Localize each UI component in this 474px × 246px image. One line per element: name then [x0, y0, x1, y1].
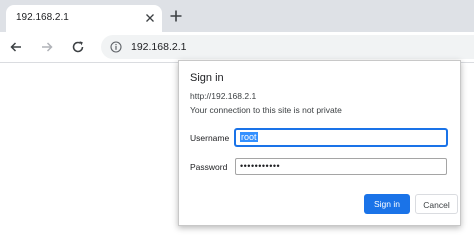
cancel-button[interactable]: Cancel — [415, 194, 458, 214]
username-value: root — [240, 132, 258, 142]
username-label: Username — [190, 133, 230, 143]
reload-icon[interactable] — [70, 39, 86, 55]
sign-in-button[interactable]: Sign in — [364, 194, 410, 214]
dialog-title: Sign in — [190, 72, 224, 84]
username-field[interactable]: root — [235, 129, 447, 146]
password-value: ••••••••••• — [240, 161, 281, 171]
arrow-right-icon[interactable] — [39, 39, 55, 55]
dialog-host: http://192.168.2.1 — [190, 91, 257, 101]
address-bar[interactable]: 192.168.2.1 — [101, 35, 474, 59]
tab-active[interactable]: 192.168.2.1 — [6, 5, 162, 32]
password-label: Password — [190, 162, 228, 172]
tab-strip: 192.168.2.1 — [0, 0, 474, 32]
toolbar: 192.168.2.1 — [0, 32, 474, 63]
close-icon[interactable] — [144, 12, 156, 24]
dialog-warning: Your connection to this site is not priv… — [190, 105, 342, 115]
password-field[interactable]: ••••••••••• — [235, 158, 447, 175]
tab-title: 192.168.2.1 — [16, 12, 69, 23]
url-text: 192.168.2.1 — [131, 41, 187, 53]
plus-icon[interactable] — [168, 8, 184, 24]
info-icon[interactable] — [110, 41, 122, 53]
sign-in-dialog: Sign in http://192.168.2.1 Your connecti… — [178, 60, 461, 226]
arrow-left-icon[interactable] — [8, 39, 24, 55]
